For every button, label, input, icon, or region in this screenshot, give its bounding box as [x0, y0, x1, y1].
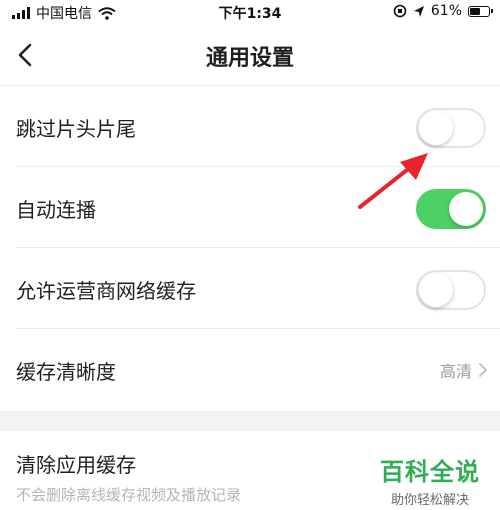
- cache-quality-selector[interactable]: 高清: [440, 358, 488, 382]
- section-separator: [0, 411, 500, 431]
- watermark-subtitle: 助你轻松解决: [390, 493, 469, 508]
- setting-row-cellular-cache: 允许运营商网络缓存: [0, 248, 500, 329]
- battery-icon: [468, 5, 493, 17]
- setting-label: 缓存清晰度: [16, 360, 116, 384]
- battery-percent: 61%: [430, 3, 462, 19]
- page-title: 通用设置: [205, 46, 294, 71]
- toggle-knob: [419, 111, 453, 145]
- watermark-title: 百科全说: [380, 458, 480, 486]
- cache-quality-value: 高清: [439, 362, 472, 381]
- battery-fill: [470, 7, 481, 15]
- clear-cache-subtitle: 不会删除离线缓存视频及播放记录: [16, 486, 242, 504]
- toggle-knob: [419, 273, 453, 307]
- skip-intro-toggle[interactable]: [416, 108, 486, 148]
- orientation-lock-icon: [393, 4, 407, 18]
- watermark-logo: 百科全说 助你轻松解决: [374, 452, 486, 508]
- nav-bar: 通用设置: [0, 24, 500, 86]
- location-icon: [413, 5, 424, 17]
- chevron-right-icon: [479, 363, 487, 377]
- setting-row-cache-quality[interactable]: 缓存清晰度 高清: [0, 329, 500, 410]
- setting-label: 允许运营商网络缓存: [16, 279, 196, 303]
- annotation-arrow: [358, 153, 428, 209]
- setting-label: 跳过片头片尾: [16, 117, 136, 141]
- status-bar: 中国电信 下午1:34 61%: [0, 0, 500, 24]
- setting-label: 自动连播: [16, 198, 96, 222]
- status-right: 61%: [393, 3, 493, 19]
- cellular-cache-toggle[interactable]: [416, 270, 486, 310]
- toggle-knob: [449, 192, 483, 226]
- clear-cache-title: 清除应用缓存: [16, 453, 136, 477]
